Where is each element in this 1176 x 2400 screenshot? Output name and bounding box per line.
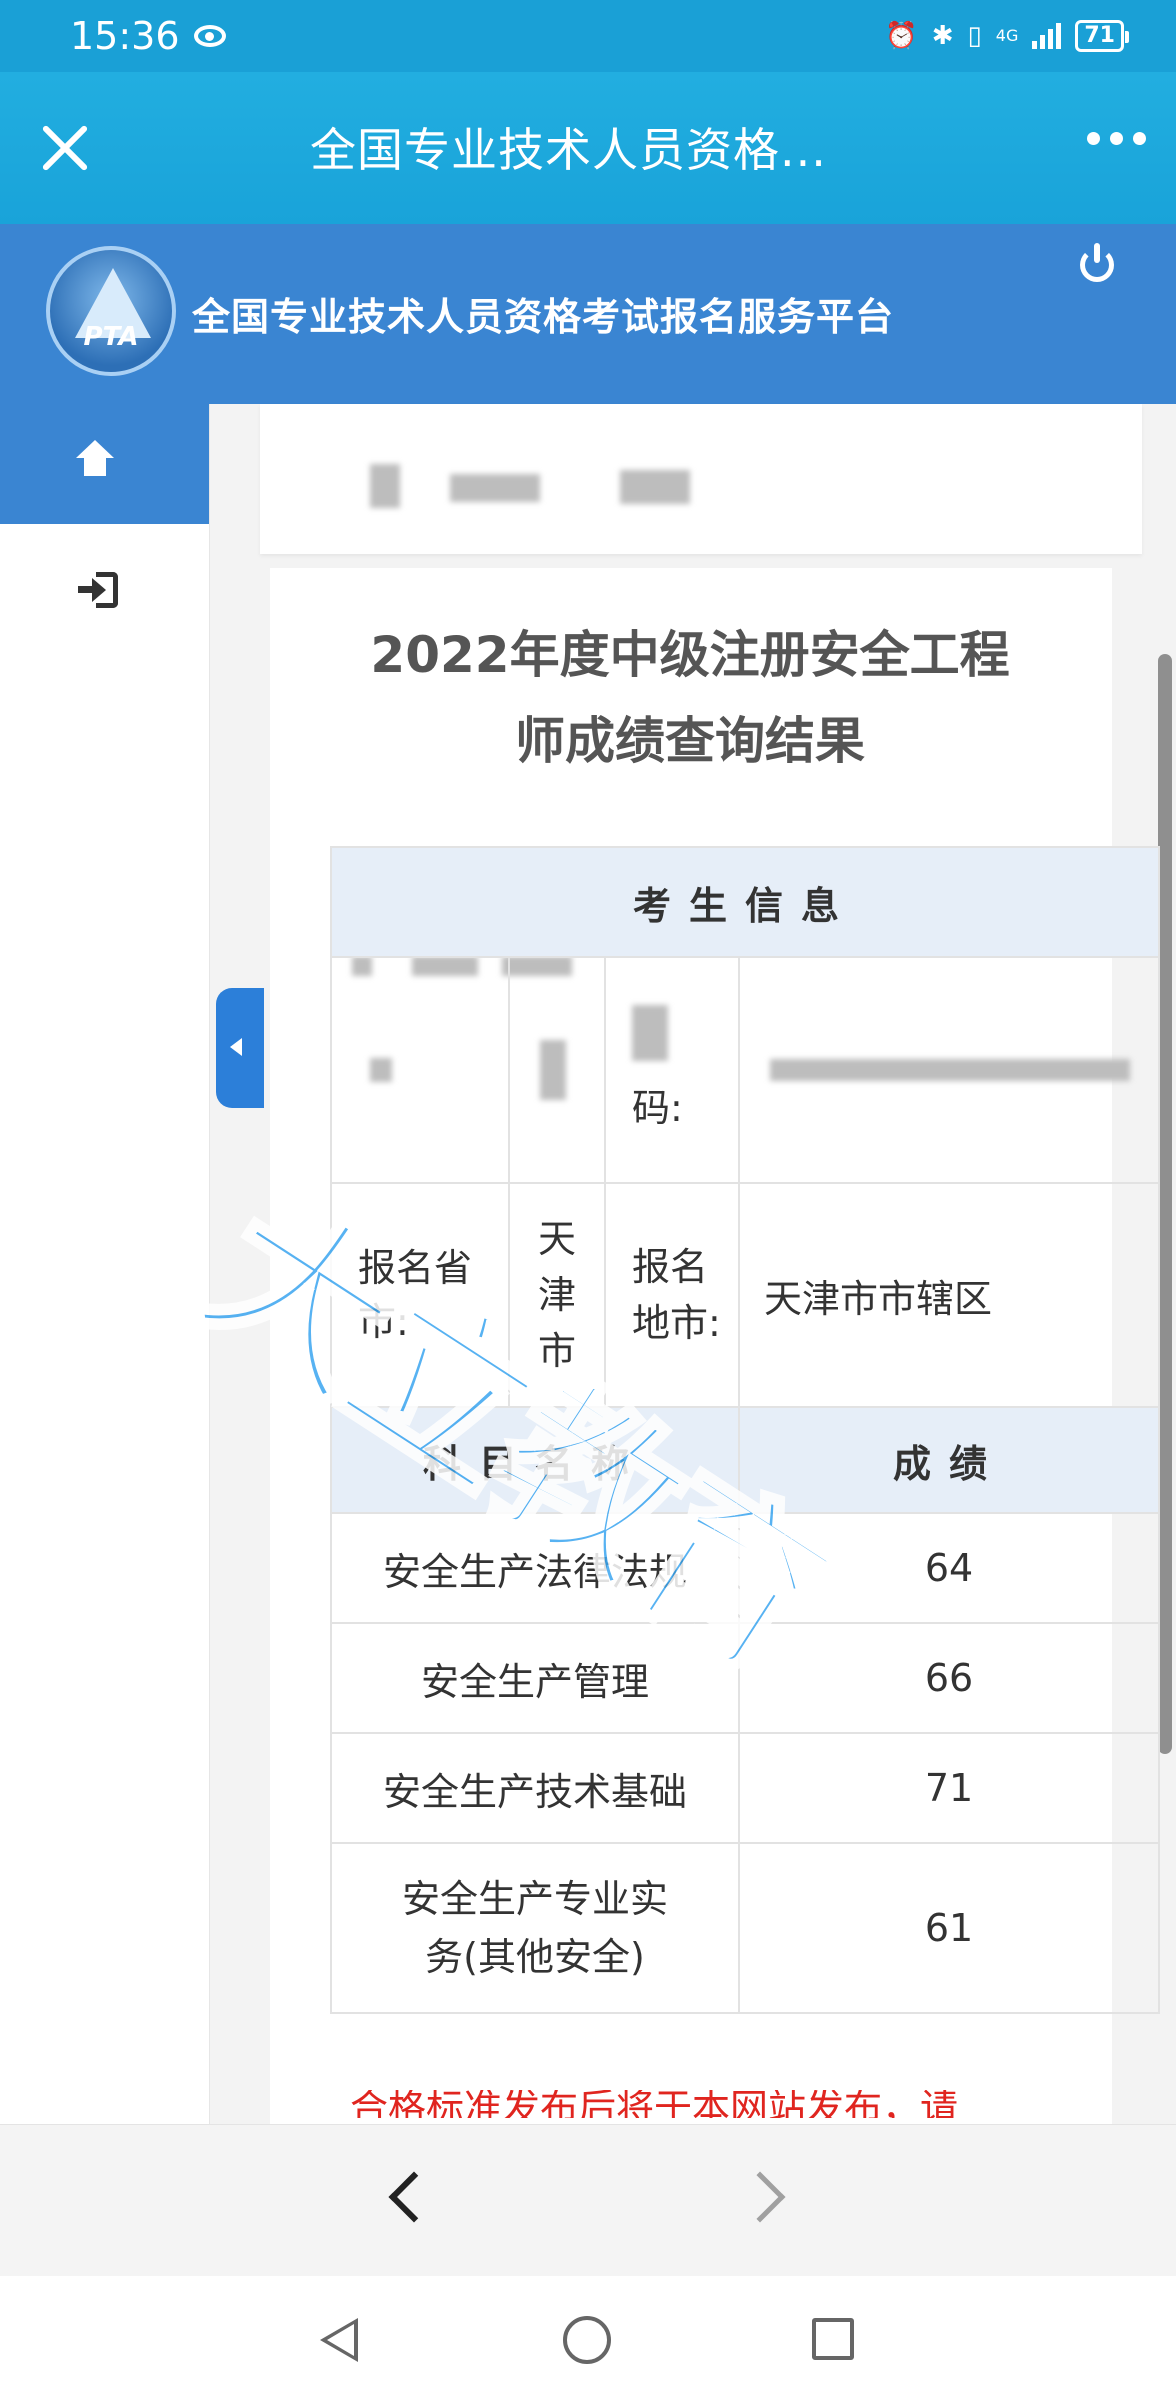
redacted-label [330, 956, 510, 1184]
browser-title-bar: 全国专业技术人员资格... [0, 72, 1176, 224]
redacted-value [508, 956, 606, 1184]
notice-text: 合格标准发布后将于本网站发布，请 [350, 2090, 959, 2118]
city-label: 报名地市: [604, 1182, 740, 1408]
subject-score: 64 [738, 1512, 1160, 1624]
province-label: 报名省市: [330, 1182, 510, 1408]
table-row: 安全生产专业实务(其他安全) 61 [330, 1842, 1160, 2014]
redacted-id-value [738, 956, 1160, 1184]
back-icon[interactable] [388, 2171, 440, 2223]
table-row: 安全生产技术基础 71 [330, 1732, 1160, 1844]
redacted-text [620, 470, 690, 504]
result-title: 2022年度中级注册安全工程 师成绩查询结果 [370, 626, 1010, 770]
close-icon[interactable] [34, 116, 98, 180]
sidebar [0, 404, 210, 2124]
redacted-text [450, 474, 540, 502]
system-back-icon[interactable] [320, 2318, 360, 2362]
status-time: 15:36 [70, 14, 180, 58]
subject-name-header: 科目名称 [330, 1406, 740, 1514]
subject-name: 安全生产法律法规 [330, 1512, 740, 1624]
home-icon [76, 440, 114, 478]
table-row: 安全生产管理 66 [330, 1622, 1160, 1734]
table-row: 安全生产法律法规 64 [330, 1512, 1160, 1624]
subject-name: 安全生产技术基础 [330, 1732, 740, 1844]
redacted-text [370, 464, 400, 508]
scrollbar[interactable] [1158, 654, 1172, 1754]
pta-logo: PTA [46, 246, 176, 376]
logo-text: PTA [83, 322, 139, 352]
sidebar-item-home[interactable] [0, 404, 209, 524]
status-time-group: 15:36 [70, 14, 226, 58]
browser-nav-bar [0, 2124, 1176, 2276]
city-value: 天津市市辖区 [738, 1182, 1160, 1408]
more-options-icon[interactable] [1087, 132, 1146, 145]
system-home-icon[interactable] [563, 2316, 611, 2364]
score-header: 成绩 [738, 1406, 1160, 1514]
vibrate-icon: ▯ [967, 21, 982, 51]
battery-level: 71 [1084, 23, 1115, 48]
collapse-sidebar-tab[interactable] [216, 988, 264, 1108]
candidate-info-table: 考生信息 码: 报名省市: 天津市 报名地市: 天津市市辖区 科目名称 成绩 安… [330, 846, 1160, 2014]
power-icon[interactable] [1080, 243, 1114, 282]
forward-icon[interactable] [734, 2171, 786, 2223]
battery-icon: 71 [1075, 20, 1129, 52]
bluetooth-icon: ✱ [931, 21, 954, 51]
sign-in-icon[interactable] [78, 572, 118, 608]
subject-name: 安全生产管理 [330, 1622, 740, 1734]
signal-icon [1032, 23, 1062, 49]
network-type: 4G [995, 26, 1019, 45]
subject-score: 66 [738, 1622, 1160, 1734]
candidate-name-card [260, 404, 1142, 554]
system-nav-bar [0, 2276, 1176, 2400]
info-header: 考生信息 [330, 846, 1160, 958]
subject-score: 61 [738, 1842, 1160, 2014]
status-icons: ⏰ ✱ ▯ 4G 71 [885, 20, 1129, 52]
alarm-icon: ⏰ [885, 21, 918, 51]
subject-score: 71 [738, 1732, 1160, 1844]
system-recent-apps-icon[interactable] [812, 2318, 854, 2360]
subject-name: 安全生产专业实务(其他安全) [330, 1842, 740, 2014]
status-bar: 15:36 ⏰ ✱ ▯ 4G 71 [0, 0, 1176, 72]
province-value: 天津市 [508, 1182, 606, 1408]
site-header: PTA 全国专业技术人员资格考试报名服务平台 [0, 224, 1176, 404]
id-code-label: 码: [604, 956, 740, 1184]
site-title: 全国专业技术人员资格考试报名服务平台 [192, 295, 895, 339]
eye-icon [193, 25, 226, 47]
page-title: 全国专业技术人员资格... [310, 123, 827, 177]
